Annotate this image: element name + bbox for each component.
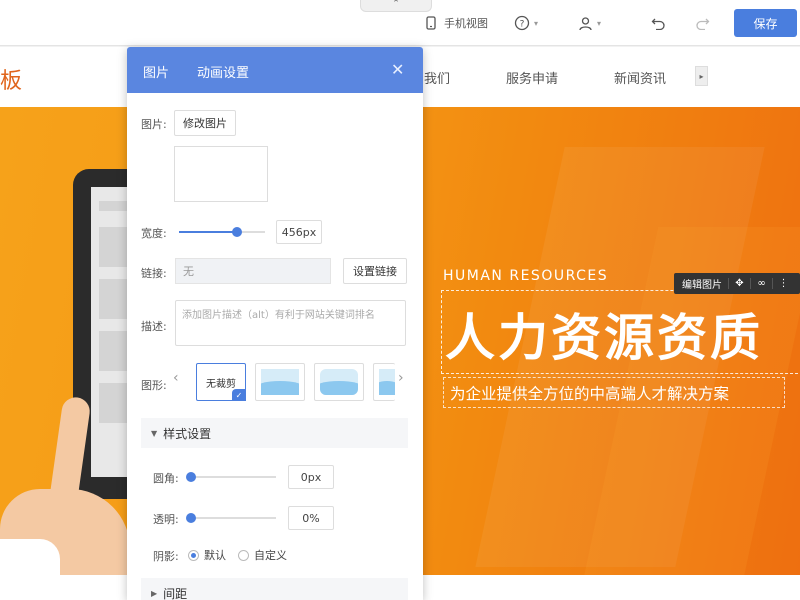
shape-option-label: 无裁剪 (206, 378, 236, 390)
radio-label: 默认 (204, 549, 226, 562)
editor-toolbar: ⌃ 手机视图 ? ▾ ▾ 保存 (0, 0, 800, 46)
svg-text:?: ? (520, 20, 525, 30)
shadow-label: 阴影: (153, 550, 179, 563)
link-field: 无 (175, 258, 331, 284)
undo-icon (651, 18, 665, 30)
redo-icon (696, 18, 710, 30)
help-icon: ? (514, 15, 530, 31)
collapse-toolbar-toggle[interactable]: ⌃ (360, 0, 432, 12)
sleeve-illustration (0, 539, 60, 575)
banner-title-image[interactable]: 人力资源资质 (445, 298, 763, 370)
shape-option-rounded[interactable] (255, 363, 305, 401)
chevron-right-icon: ▸ (699, 71, 704, 81)
more-icon[interactable]: ⋮ (772, 278, 794, 289)
nav-item-service[interactable]: 服务申请 (506, 68, 558, 87)
chevron-up-icon: ⌃ (392, 0, 400, 9)
opacity-label: 透明: (153, 513, 179, 526)
mobile-view-label: 手机视图 (444, 17, 488, 30)
caret-down-icon: ▾ (534, 18, 539, 28)
tab-image[interactable]: 图片 (143, 62, 170, 95)
width-slider-fill (179, 231, 238, 233)
radius-value-field[interactable]: 0px (288, 465, 334, 489)
nav-more-button[interactable]: ▸ (695, 66, 708, 86)
check-icon: ✓ (232, 389, 246, 401)
help-menu-button[interactable]: ? ▾ (514, 14, 538, 32)
radius-label: 圆角: (153, 472, 179, 485)
panel-header: 图片 动画设置 ✕ (127, 47, 423, 95)
banner-subtitle[interactable]: 为企业提供全方位的中高端人才解决方案 (443, 377, 785, 408)
width-value-field[interactable]: 456px (276, 220, 322, 244)
chevron-right-icon[interactable]: › (398, 370, 404, 386)
section-title: 样式设置 (163, 426, 212, 441)
opacity-value-field[interactable]: 0% (288, 506, 334, 530)
radio-unselected-icon (238, 549, 249, 561)
site-logo-text[interactable]: 板 (0, 63, 22, 95)
link-label: 链接: (141, 267, 167, 280)
banner-english-heading[interactable]: HUMAN RESOURCES (443, 268, 608, 284)
radius-slider-handle[interactable] (186, 472, 196, 482)
caret-down-icon: ▼ (151, 428, 158, 438)
user-icon (579, 16, 592, 30)
spacing-section[interactable]: ▶ 间距 (141, 578, 408, 600)
width-slider-handle[interactable] (232, 227, 243, 237)
landscape-thumbnail-icon (320, 369, 358, 395)
save-button[interactable]: 保存 (734, 9, 797, 37)
change-image-button[interactable]: 修改图片 (174, 110, 236, 136)
redo-button[interactable] (695, 14, 710, 32)
set-link-button[interactable]: 设置链接 (343, 258, 407, 284)
section-title: 间距 (163, 586, 188, 600)
image-edit-toolbar: 编辑图片 ✥ ∞ ⋮ (674, 273, 800, 294)
description-field[interactable]: 添加图片描述（alt）有利于网站关键词排名 (175, 300, 406, 346)
width-label: 宽度: (141, 227, 167, 240)
nav-item-news[interactable]: 新闻资讯 (614, 68, 666, 87)
image-settings-panel: 图片 动画设置 ✕ 图片: 修改图片 宽度: 456px 链接: 无 设置链接 … (127, 47, 423, 600)
landscape-thumbnail-icon (261, 369, 299, 395)
link-icon[interactable]: ∞ (750, 278, 772, 289)
radio-selected-icon (188, 549, 199, 561)
account-menu-button[interactable]: ▾ (578, 14, 601, 32)
shape-option-no-crop[interactable]: 无裁剪 ✓ (196, 363, 246, 401)
caret-down-icon: ▾ (597, 18, 602, 28)
shadow-default-radio[interactable]: 默认 (188, 547, 226, 563)
tab-animation-settings[interactable]: 动画设置 (197, 62, 249, 81)
opacity-slider-handle[interactable] (186, 513, 196, 523)
phone-icon (426, 16, 436, 30)
move-icon[interactable]: ✥ (728, 278, 750, 289)
shadow-custom-radio[interactable]: 自定义 (238, 547, 287, 563)
shape-label: 图形: (141, 379, 167, 392)
description-label: 描述: (141, 320, 167, 333)
shape-option-circle[interactable] (373, 363, 395, 401)
landscape-thumbnail-icon (379, 369, 395, 395)
radius-slider-track[interactable] (190, 476, 276, 478)
undo-button[interactable] (651, 14, 666, 32)
close-icon[interactable]: ✕ (391, 60, 404, 79)
caret-right-icon: ▶ (151, 588, 158, 598)
image-preview (174, 146, 268, 202)
radio-label: 自定义 (254, 549, 287, 562)
shape-option-wave[interactable] (314, 363, 364, 401)
opacity-slider-track[interactable] (190, 517, 276, 519)
mobile-view-button[interactable]: 手机视图 (426, 14, 488, 32)
chevron-left-icon[interactable]: ‹ (173, 370, 179, 386)
edit-image-button[interactable]: 编辑图片 (674, 276, 728, 291)
image-label: 图片: (141, 118, 167, 131)
style-settings-section[interactable]: ▼ 样式设置 (141, 418, 408, 448)
nav-item-about[interactable]: 我们 (424, 68, 450, 87)
